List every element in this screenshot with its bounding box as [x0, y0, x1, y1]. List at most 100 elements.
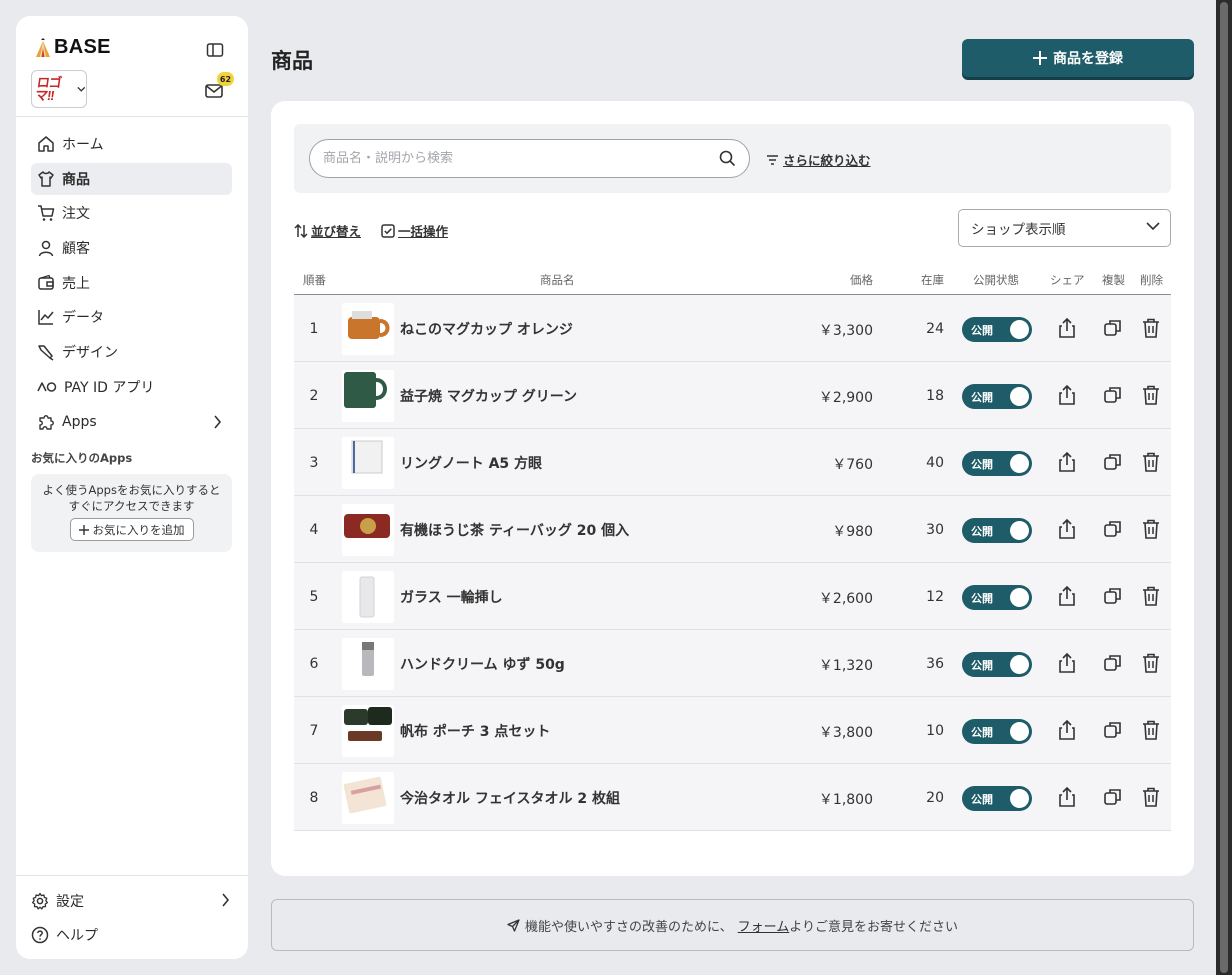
table-row[interactable]: 5 ガラス 一輪挿し ￥2,600 12 公開: [294, 563, 1171, 630]
product-thumbnail[interactable]: [342, 772, 394, 824]
publish-toggle[interactable]: 公開: [962, 652, 1032, 677]
sidebar-toggle-icon[interactable]: [206, 41, 224, 59]
sidebar-item-orders[interactable]: 注文: [31, 197, 232, 229]
copy-icon[interactable]: [1102, 451, 1124, 473]
scrollbar[interactable]: [1216, 0, 1232, 975]
share-icon[interactable]: [1056, 786, 1078, 808]
row-order: 4: [309, 522, 319, 538]
register-product-button[interactable]: 商品を登録: [962, 39, 1194, 77]
search-icon[interactable]: [719, 150, 736, 167]
bulk-action-button[interactable]: 一括操作: [381, 221, 448, 240]
copy-icon[interactable]: [1102, 585, 1124, 607]
product-thumbnail[interactable]: [342, 437, 394, 489]
toggle-knob: [1010, 320, 1029, 339]
product-thumbnail[interactable]: [342, 571, 394, 623]
sidebar-item-home[interactable]: ホーム: [31, 128, 232, 160]
product-thumbnail[interactable]: [342, 504, 394, 556]
copy-icon[interactable]: [1102, 719, 1124, 741]
copy-icon[interactable]: [1102, 317, 1124, 339]
row-order: 1: [309, 321, 319, 337]
brand-logo[interactable]: BASE: [35, 36, 111, 59]
table-row[interactable]: 2 益子焼 マグカップ グリーン ￥2,900 18 公開: [294, 362, 1171, 429]
refine-filter-link[interactable]: さらに絞り込む: [766, 150, 871, 169]
publish-toggle[interactable]: 公開: [962, 518, 1032, 543]
share-icon[interactable]: [1056, 719, 1078, 741]
sidebar-item-label: 商品: [62, 171, 90, 188]
share-icon[interactable]: [1056, 518, 1078, 540]
header-name: 商品名: [540, 273, 575, 287]
table-row[interactable]: 8 今治タオル フェイスタオル 2 枚組 ￥1,800 20 公開: [294, 764, 1171, 831]
share-icon[interactable]: [1056, 384, 1078, 406]
sidebar-item-data[interactable]: データ: [31, 301, 232, 333]
product-name[interactable]: ガラス 一輪挿し: [400, 587, 503, 607]
sort-order-select[interactable]: ショップ表示順: [958, 209, 1171, 247]
share-icon[interactable]: [1056, 451, 1078, 473]
product-name[interactable]: 今治タオル フェイスタオル 2 枚組: [400, 788, 620, 808]
trash-icon[interactable]: [1140, 451, 1162, 473]
add-favorite-button[interactable]: お気に入りを追加: [69, 518, 194, 541]
product-thumbnail[interactable]: [342, 705, 394, 757]
copy-icon[interactable]: [1102, 518, 1124, 540]
sidebar-item-label: Apps: [62, 413, 97, 430]
table-row[interactable]: 4 有機ほうじ茶 ティーバッグ 20 個入 ￥980 30 公開: [294, 496, 1171, 563]
publish-toggle[interactable]: 公開: [962, 317, 1032, 342]
feedback-form-link[interactable]: フォーム: [738, 916, 790, 935]
sidebar-item-products[interactable]: 商品: [31, 162, 232, 195]
header-share: シェア: [1050, 273, 1085, 287]
table-row[interactable]: 6 ハンドクリーム ゆず 50g ￥1,320 36 公開: [294, 630, 1171, 697]
sidebar-item-apps[interactable]: Apps: [31, 406, 232, 438]
sidebar-nav: ホーム 商品 注文 顧客 売上 データ デザイン PAY ID アプリ Apps: [31, 128, 232, 440]
share-icon[interactable]: [1056, 652, 1078, 674]
copy-icon[interactable]: [1102, 652, 1124, 674]
product-name[interactable]: ハンドクリーム ゆず 50g: [400, 654, 565, 674]
publish-toggle[interactable]: 公開: [962, 786, 1032, 811]
toggle-knob: [1010, 789, 1029, 808]
share-icon[interactable]: [1056, 317, 1078, 339]
copy-icon[interactable]: [1102, 786, 1124, 808]
sidebar-item-payid[interactable]: PAY ID アプリ: [31, 371, 232, 403]
sidebar-item-settings[interactable]: 設定: [31, 887, 232, 915]
product-name[interactable]: ねこのマグカップ オレンジ: [400, 319, 573, 339]
sidebar-item-label: 顧客: [62, 241, 90, 258]
trash-icon[interactable]: [1140, 652, 1162, 674]
sidebar-item-label: デザイン: [62, 345, 118, 362]
trash-icon[interactable]: [1140, 585, 1162, 607]
table-row[interactable]: 1 ねこのマグカップ オレンジ ￥3,300 24 公開: [294, 295, 1171, 362]
copy-icon[interactable]: [1102, 384, 1124, 406]
sidebar-item-design[interactable]: デザイン: [31, 336, 232, 368]
table-row[interactable]: 3 リングノート A5 方眼 ￥760 40 公開: [294, 429, 1171, 496]
product-name[interactable]: リングノート A5 方眼: [400, 453, 542, 473]
publish-status-label: 公開: [971, 458, 993, 471]
products-table: 順番 商品名 価格 在庫 公開状態 シェア 複製 削除 1 ねこのマグカップ オレ…: [294, 264, 1171, 831]
share-icon[interactable]: [1056, 585, 1078, 607]
chevron-right-icon: [222, 893, 230, 907]
product-name[interactable]: 益子焼 マグカップ グリーン: [400, 386, 577, 406]
publish-toggle[interactable]: 公開: [962, 451, 1032, 476]
product-thumbnail[interactable]: [342, 370, 394, 422]
trash-icon[interactable]: [1140, 518, 1162, 540]
publish-toggle[interactable]: 公開: [962, 585, 1032, 610]
product-thumbnail[interactable]: [342, 303, 394, 355]
sort-button[interactable]: 並び替え: [294, 221, 361, 240]
table-row[interactable]: 7 帆布 ポーチ 3 点セット ￥3,800 10 公開: [294, 697, 1171, 764]
sidebar-item-customers[interactable]: 顧客: [31, 232, 232, 264]
sort-label: 並び替え: [311, 224, 362, 239]
product-thumbnail[interactable]: [342, 638, 394, 690]
product-name[interactable]: 帆布 ポーチ 3 点セット: [400, 721, 550, 741]
sort-arrows-icon: [294, 223, 308, 238]
search-input[interactable]: [323, 151, 713, 166]
shop-selector[interactable]: ロゴマ!!: [31, 70, 87, 108]
trash-icon[interactable]: [1140, 317, 1162, 339]
favorites-description: よく使うAppsをお気に入りするとすぐにアクセスできます: [42, 483, 221, 513]
scrollbar-thumb[interactable]: [1220, 2, 1228, 973]
header-stock: 在庫: [921, 273, 944, 287]
trash-icon[interactable]: [1140, 786, 1162, 808]
publish-toggle[interactable]: 公開: [962, 384, 1032, 409]
sidebar-item-help[interactable]: ヘルプ: [31, 921, 232, 949]
search-box[interactable]: [309, 139, 750, 178]
sidebar-item-sales[interactable]: 売上: [31, 267, 232, 299]
trash-icon[interactable]: [1140, 384, 1162, 406]
publish-toggle[interactable]: 公開: [962, 719, 1032, 744]
product-name[interactable]: 有機ほうじ茶 ティーバッグ 20 個入: [400, 520, 629, 540]
trash-icon[interactable]: [1140, 719, 1162, 741]
